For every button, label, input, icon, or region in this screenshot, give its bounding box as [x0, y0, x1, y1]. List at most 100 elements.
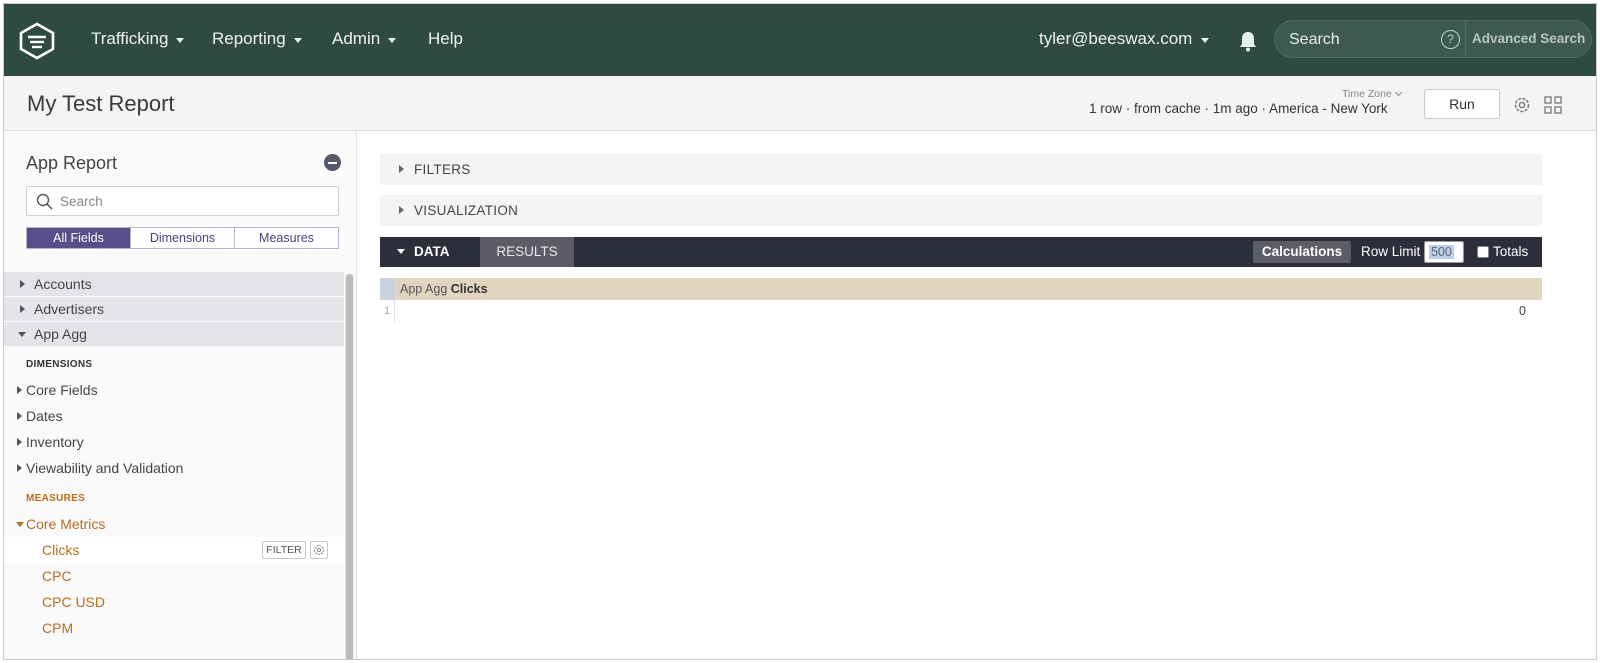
field-list-scrollbar[interactable]	[345, 274, 354, 659]
page-title: My Test Report	[27, 91, 175, 116]
visualization-panel[interactable]: VISUALIZATION	[380, 195, 1542, 226]
caret-down-icon	[18, 332, 26, 337]
caret-right-icon	[17, 464, 22, 472]
chevron-down-icon	[176, 37, 185, 43]
timezone-selector[interactable]: Time Zone	[1342, 88, 1402, 100]
row-limit-value: 500	[1429, 245, 1454, 259]
caret-right-icon	[17, 412, 22, 420]
group-label: Core Fields	[26, 382, 98, 398]
chevron-down-icon	[293, 37, 302, 43]
beeswax-logo-icon[interactable]	[18, 22, 56, 60]
field-cpm[interactable]: CPM	[42, 620, 73, 636]
clicks-cell: 0	[1519, 304, 1526, 318]
field-options-button[interactable]	[310, 541, 328, 559]
field-clicks[interactable]: Clicks FILTER	[4, 537, 344, 563]
view-accounts[interactable]: Accounts	[4, 272, 344, 296]
totals-label: Totals	[1493, 244, 1529, 259]
advanced-search-link[interactable]: Advanced Search	[1465, 21, 1591, 57]
dimensions-heading: DIMENSIONS	[26, 359, 93, 370]
app-window: Trafficking Reporting Admin Help tyler@b…	[3, 3, 1597, 660]
group-inventory[interactable]: Inventory	[17, 434, 84, 450]
group-label: Core Metrics	[26, 516, 106, 532]
explore-title: App Report	[26, 153, 118, 173]
grid-icon[interactable]	[1544, 96, 1562, 114]
user-email: tyler@beeswax.com	[1039, 29, 1193, 48]
column-header-label: App Agg Clicks	[400, 282, 488, 296]
field-label: Clicks	[42, 542, 80, 558]
collapse-icon[interactable]	[324, 154, 341, 171]
tab-measures[interactable]: Measures	[235, 228, 338, 248]
group-label: Dates	[26, 408, 63, 424]
gear-icon[interactable]	[1512, 95, 1532, 115]
measures-heading: MEASURES	[26, 493, 86, 504]
field-type-tabs: All Fields Dimensions Measures	[26, 227, 339, 249]
caret-right-icon	[20, 280, 25, 288]
group-viewability[interactable]: Viewability and Validation	[17, 460, 184, 476]
group-core-fields[interactable]: Core Fields	[17, 382, 98, 398]
nav-reporting[interactable]: Reporting	[212, 29, 302, 49]
results-column-header[interactable]: App Agg Clicks	[380, 278, 1542, 300]
column-field-name: Clicks	[450, 282, 488, 296]
group-dates[interactable]: Dates	[17, 408, 63, 424]
tab-dimensions[interactable]: Dimensions	[131, 228, 235, 248]
view-advertisers[interactable]: Advertisers	[4, 297, 344, 321]
report-header: My Test Report Time Zone 1 row · from ca…	[4, 76, 1596, 131]
view-app-agg[interactable]: App Agg	[4, 322, 344, 346]
bell-icon[interactable]	[1238, 30, 1258, 52]
chevron-down-icon	[1394, 88, 1402, 97]
top-navbar: Trafficking Reporting Admin Help tyler@b…	[4, 4, 1596, 76]
timezone-label: Time Zone	[1342, 88, 1392, 100]
visualization-label: VISUALIZATION	[414, 203, 519, 218]
gear-icon	[314, 545, 324, 555]
calculations-button[interactable]: Calculations	[1253, 241, 1351, 263]
caret-right-icon	[399, 206, 404, 214]
group-label: Viewability and Validation	[26, 460, 184, 476]
column-view-name: App Agg	[400, 282, 451, 296]
view-label: Advertisers	[34, 301, 105, 317]
nav-admin[interactable]: Admin	[332, 29, 397, 49]
caret-right-icon	[17, 438, 22, 446]
field-search-placeholder: Search	[60, 194, 103, 209]
table-row: 1 0	[380, 300, 1542, 322]
data-toolbar: DATA RESULTS Calculations Row Limit 500 …	[380, 237, 1542, 267]
report-main: FILTERS VISUALIZATION DATA RESULTS Calcu…	[358, 132, 1596, 659]
caret-down-icon	[16, 522, 24, 527]
run-status: 1 row · from cache · 1m ago · America - …	[1089, 101, 1388, 116]
field-cpc[interactable]: CPC	[42, 568, 72, 584]
tab-all-fields[interactable]: All Fields	[27, 228, 131, 248]
caret-right-icon	[399, 165, 404, 173]
totals-checkbox[interactable]	[1477, 246, 1489, 258]
scroll-thumb[interactable]	[346, 274, 353, 659]
tab-results[interactable]: RESULTS	[480, 237, 574, 267]
nav-trafficking-label: Trafficking	[91, 29, 169, 48]
row-number: 1	[380, 300, 395, 322]
grid-corner	[380, 278, 395, 300]
search-icon	[36, 193, 53, 210]
caret-down-icon	[397, 249, 405, 254]
field-list: Accounts Advertisers App Agg DIMENSIONS …	[4, 272, 344, 659]
filter-button[interactable]: FILTER	[262, 541, 306, 559]
user-menu[interactable]: tyler@beeswax.com	[1039, 29, 1210, 49]
run-button[interactable]: Run	[1424, 89, 1500, 119]
caret-right-icon	[20, 305, 25, 313]
group-core-metrics[interactable]: Core Metrics	[16, 516, 106, 532]
nav-trafficking[interactable]: Trafficking	[91, 29, 185, 49]
chevron-down-icon	[1201, 37, 1210, 43]
field-search-input[interactable]: Search	[26, 186, 339, 216]
global-search-input[interactable]: Search	[1289, 31, 1340, 49]
nav-reporting-label: Reporting	[212, 29, 286, 48]
tab-data[interactable]: DATA	[380, 237, 480, 267]
filters-panel[interactable]: FILTERS	[380, 154, 1542, 185]
group-label: Inventory	[26, 434, 84, 450]
nav-admin-label: Admin	[332, 29, 381, 48]
help-icon[interactable]: ?	[1441, 30, 1460, 49]
field-cpc-usd[interactable]: CPC USD	[42, 594, 105, 610]
chevron-down-icon	[388, 37, 397, 43]
row-limit-input[interactable]: 500	[1424, 241, 1464, 263]
nav-help[interactable]: Help	[428, 29, 463, 49]
tab-data-label: DATA	[414, 244, 450, 259]
nav-help-label: Help	[428, 29, 463, 48]
filters-label: FILTERS	[414, 162, 471, 177]
view-label: Accounts	[34, 276, 92, 292]
global-search[interactable]: Search ? Advanced Search	[1274, 20, 1592, 58]
